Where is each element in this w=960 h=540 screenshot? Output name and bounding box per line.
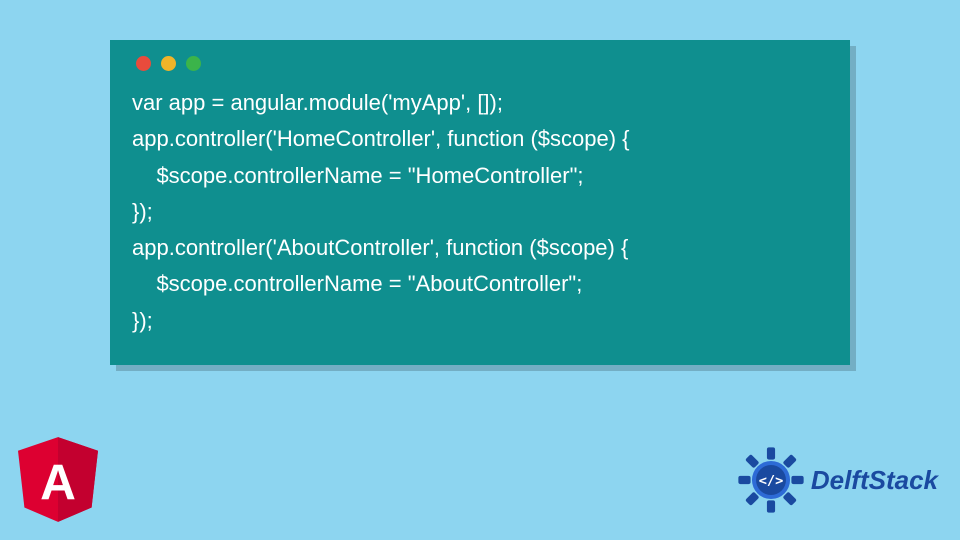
delftstack-label: DelftStack: [811, 465, 938, 496]
code-window: var app = angular.module('myApp', []); a…: [110, 40, 850, 365]
delftstack-logo: </> DelftStack: [737, 446, 938, 514]
window-controls: [132, 56, 828, 71]
code-block: var app = angular.module('myApp', []); a…: [132, 85, 828, 339]
maximize-icon: [186, 56, 201, 71]
minimize-icon: [161, 56, 176, 71]
svg-text:</>: </>: [759, 473, 784, 489]
angular-letter: A: [40, 455, 76, 511]
close-icon: [136, 56, 151, 71]
delftstack-badge-icon: </>: [737, 446, 805, 514]
angular-logo-icon: A: [18, 437, 98, 522]
